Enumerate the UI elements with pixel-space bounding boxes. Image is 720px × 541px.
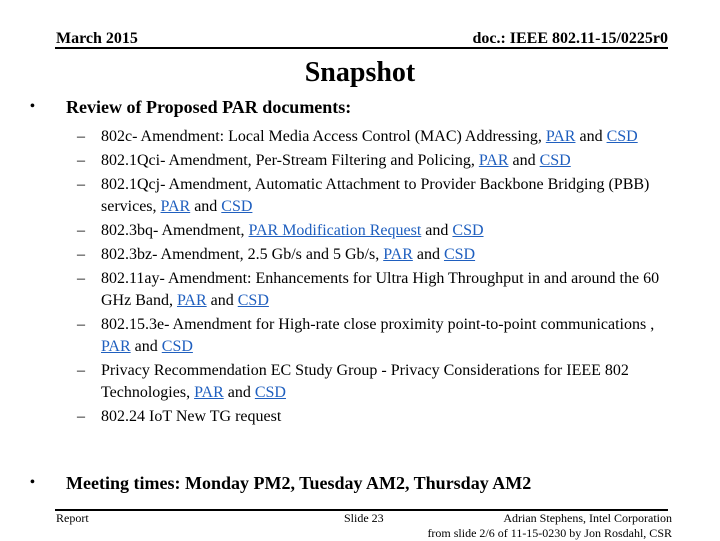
footer-slide-number: Slide 23 bbox=[344, 511, 384, 525]
csd-link[interactable]: CSD bbox=[221, 198, 252, 215]
par-list: – 802c- Amendment: Local Media Access Co… bbox=[77, 126, 677, 430]
list-item: – 802.11ay- Amendment: Enhancements for … bbox=[77, 268, 677, 312]
par-link[interactable]: PAR bbox=[101, 338, 131, 355]
header-date: March 2015 bbox=[56, 30, 138, 47]
dash-icon: – bbox=[77, 152, 85, 169]
list-item: – 802.24 IoT New TG request bbox=[77, 406, 677, 428]
item-text: 802c- Amendment: Local Media Access Cont… bbox=[101, 128, 546, 145]
par-link[interactable]: PAR bbox=[177, 292, 207, 309]
footer-left: Report bbox=[56, 511, 89, 525]
par-link[interactable]: PAR bbox=[479, 152, 509, 169]
list-item: – 802.3bq- Amendment, PAR Modification R… bbox=[77, 220, 677, 242]
csd-link[interactable]: CSD bbox=[444, 246, 475, 263]
list-item: – 802.1Qci- Amendment, Per-Stream Filter… bbox=[77, 150, 677, 172]
csd-link[interactable]: CSD bbox=[452, 222, 483, 239]
item-text: Privacy Recommendation EC Study Group - … bbox=[101, 362, 629, 401]
item-text: 802.3bz- Amendment, 2.5 Gb/s and 5 Gb/s, bbox=[101, 246, 384, 263]
list-item: – 802.3bz- Amendment, 2.5 Gb/s and 5 Gb/… bbox=[77, 244, 677, 266]
item-and: and bbox=[223, 384, 255, 401]
dash-icon: – bbox=[77, 128, 85, 145]
par-modification-link[interactable]: PAR Modification Request bbox=[249, 222, 422, 239]
item-text: 802.3bq- Amendment, bbox=[101, 222, 249, 239]
item-and: and bbox=[206, 292, 238, 309]
dash-icon: – bbox=[77, 408, 85, 425]
item-and: and bbox=[508, 152, 540, 169]
dash-icon: – bbox=[77, 316, 85, 333]
item-text: 802.24 IoT New TG request bbox=[101, 408, 282, 425]
header-divider bbox=[55, 47, 668, 49]
dash-icon: – bbox=[77, 246, 85, 263]
list-item: – Privacy Recommendation EC Study Group … bbox=[77, 360, 677, 404]
bullet-text: Review of Proposed PAR documents: bbox=[66, 97, 352, 117]
list-item: – 802.15.3e- Amendment for High-rate clo… bbox=[77, 314, 677, 358]
footer-author-line2: from slide 2/6 of 11-15-0230 by Jon Rosd… bbox=[427, 526, 672, 540]
bullet-icon: • bbox=[30, 99, 35, 114]
bullet-icon: • bbox=[30, 475, 35, 490]
footer-author: Adrian Stephens, Intel Corporation from … bbox=[427, 511, 672, 541]
csd-link[interactable]: CSD bbox=[540, 152, 571, 169]
csd-link[interactable]: CSD bbox=[607, 128, 638, 145]
slide-title: Snapshot bbox=[304, 57, 416, 88]
item-and: and bbox=[575, 128, 607, 145]
dash-icon: – bbox=[77, 176, 85, 193]
list-item: – 802c- Amendment: Local Media Access Co… bbox=[77, 126, 677, 148]
par-link[interactable]: PAR bbox=[383, 246, 413, 263]
item-and: and bbox=[421, 222, 453, 239]
item-and: and bbox=[412, 246, 444, 263]
item-text: 802.15.3e- Amendment for High-rate close… bbox=[101, 316, 655, 333]
footer-author-line1: Adrian Stephens, Intel Corporation bbox=[503, 511, 672, 525]
par-link[interactable]: PAR bbox=[194, 384, 224, 401]
dash-icon: – bbox=[77, 362, 85, 379]
csd-link[interactable]: CSD bbox=[238, 292, 269, 309]
csd-link[interactable]: CSD bbox=[255, 384, 286, 401]
dash-icon: – bbox=[77, 270, 85, 287]
item-text: 802.1Qci- Amendment, Per-Stream Filterin… bbox=[101, 152, 479, 169]
par-link[interactable]: PAR bbox=[546, 128, 576, 145]
list-item: – 802.1Qcj- Amendment, Automatic Attachm… bbox=[77, 174, 677, 218]
item-and: and bbox=[130, 338, 162, 355]
item-and: and bbox=[190, 198, 222, 215]
header-doc-id: doc.: IEEE 802.11-15/0225r0 bbox=[472, 30, 668, 47]
bullet-text: Meeting times: Monday PM2, Tuesday AM2, … bbox=[66, 473, 532, 493]
par-link[interactable]: PAR bbox=[161, 198, 191, 215]
dash-icon: – bbox=[77, 222, 85, 239]
csd-link[interactable]: CSD bbox=[162, 338, 193, 355]
